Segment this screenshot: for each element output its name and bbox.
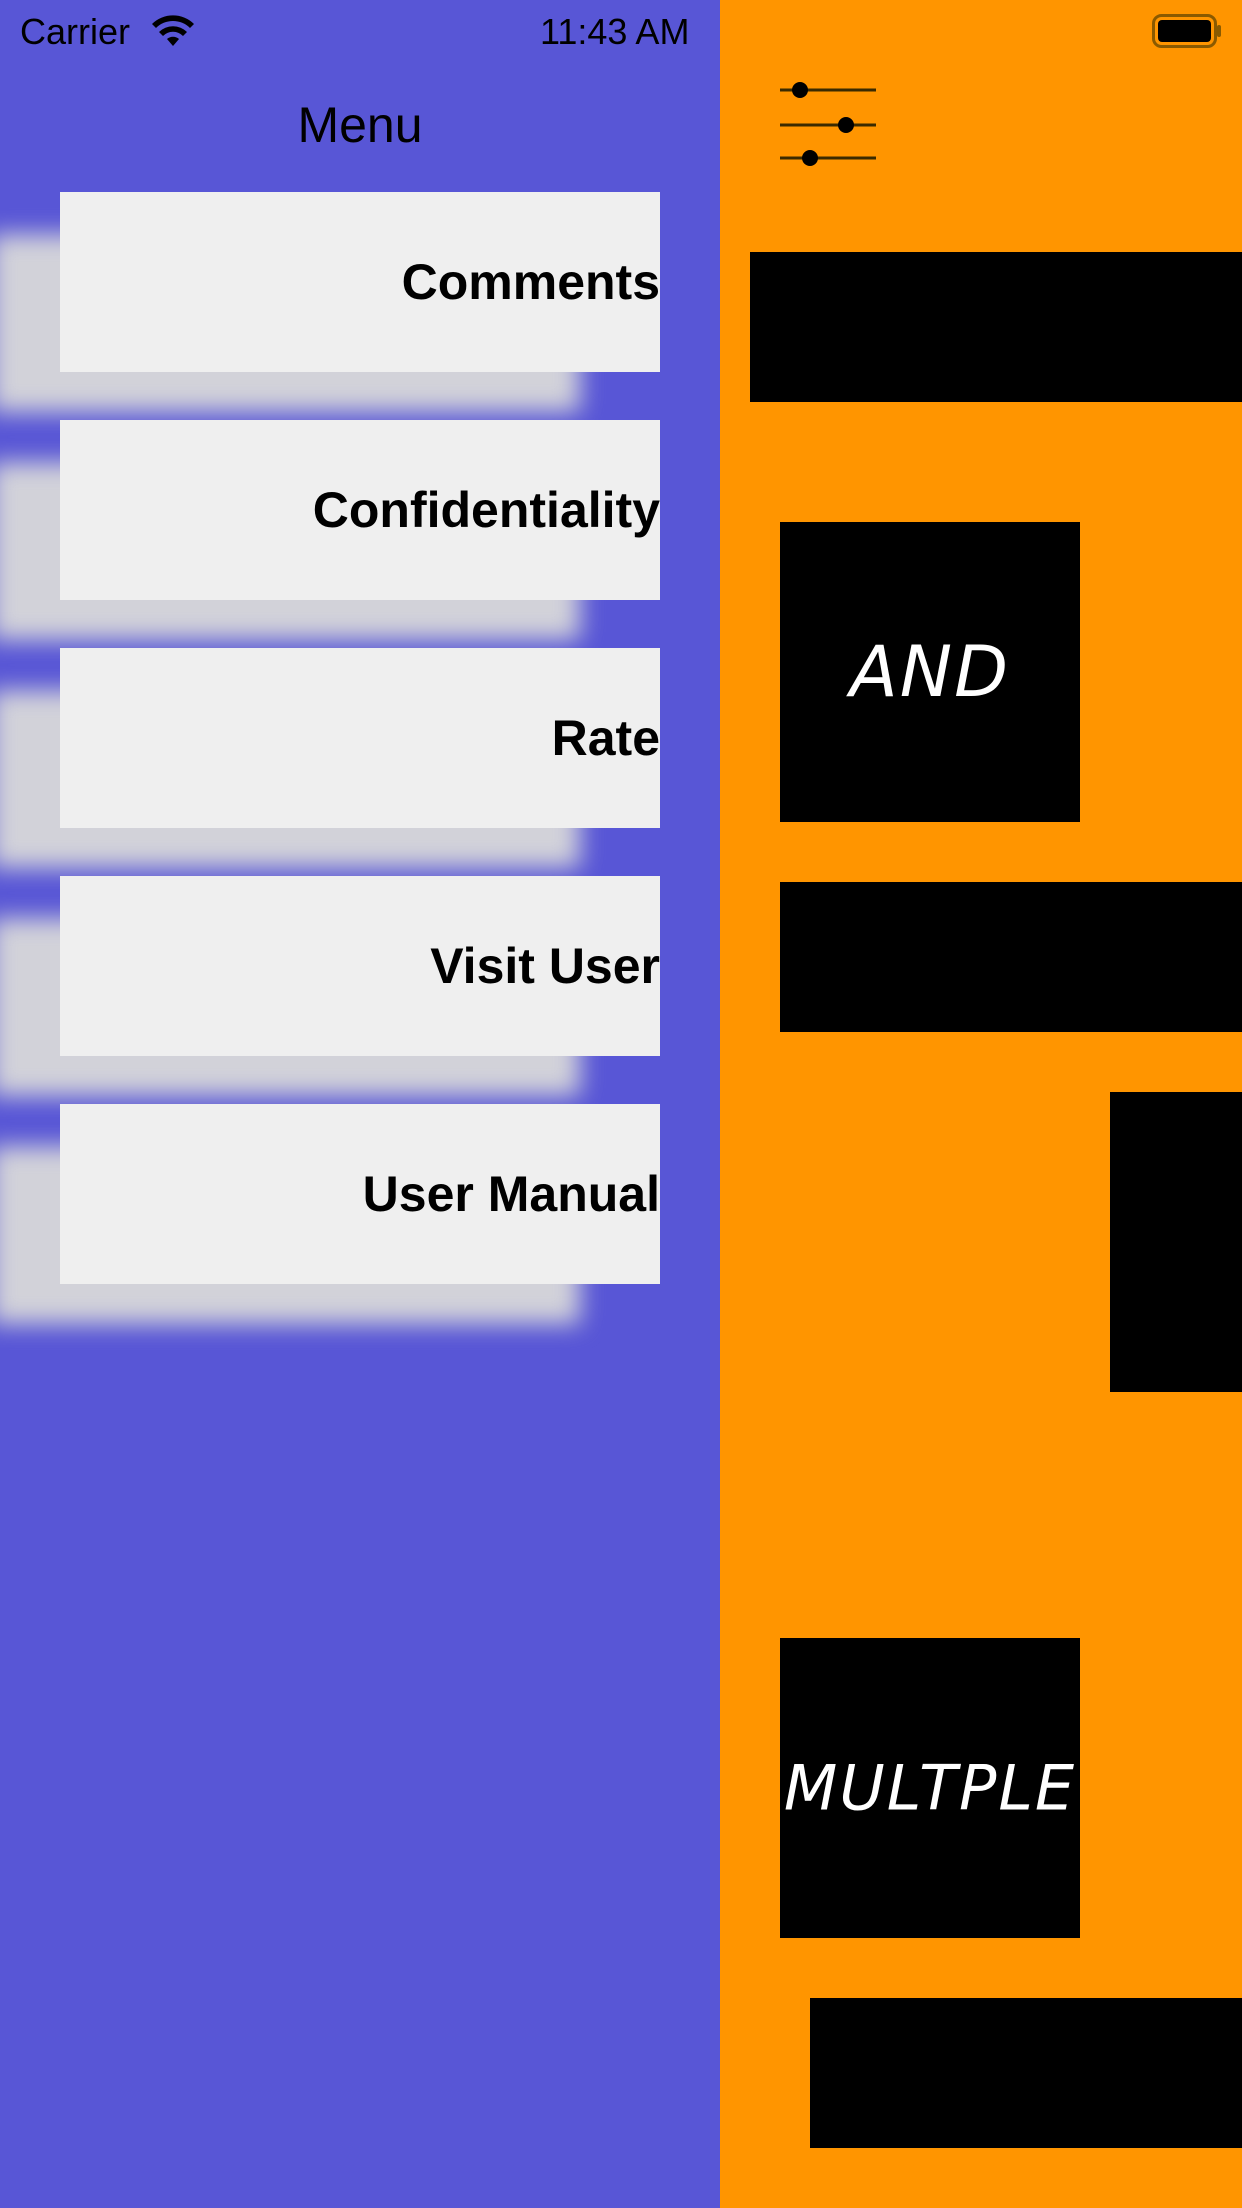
menu-card[interactable]: User Manual (60, 1104, 660, 1284)
menu-list: Comments Confidentiality Rate Visit User… (0, 0, 720, 2208)
side-menu: Carrier 11:43 AM Menu Comments Confident… (0, 0, 720, 2208)
menu-item-user-manual[interactable]: User Manual (0, 1104, 660, 1324)
menu-item-comments[interactable]: Comments (0, 192, 660, 412)
content-tile[interactable] (810, 1998, 1242, 2148)
content-tile[interactable]: AND (780, 522, 1080, 822)
content-tile[interactable]: MULTPLE (780, 1638, 1080, 1938)
menu-item-label: Comments (401, 254, 660, 310)
menu-card[interactable]: Comments (60, 192, 660, 372)
tile-text: AND (849, 631, 1011, 713)
content-tile[interactable] (1110, 1092, 1242, 1392)
menu-item-visit-user[interactable]: Visit User (0, 876, 660, 1096)
menu-card[interactable]: Rate (60, 648, 660, 828)
menu-card[interactable]: Visit User (60, 876, 660, 1056)
menu-item-label: Rate (551, 710, 660, 766)
content-tile[interactable] (780, 882, 1242, 1032)
menu-item-rate[interactable]: Rate (0, 648, 660, 868)
battery-icon (1152, 14, 1221, 48)
tile-text: MULTPLE (783, 1751, 1077, 1825)
filter-sliders-icon[interactable] (778, 78, 878, 168)
menu-item-label: Confidentiality (312, 482, 660, 538)
content-tile[interactable] (750, 252, 1242, 402)
main-content: AND MULTPLE (720, 0, 1242, 2208)
menu-item-label: User Manual (362, 1166, 660, 1222)
menu-item-label: Visit User (430, 938, 660, 994)
menu-item-confidentiality[interactable]: Confidentiality (0, 420, 660, 640)
menu-card[interactable]: Confidentiality (60, 420, 660, 600)
